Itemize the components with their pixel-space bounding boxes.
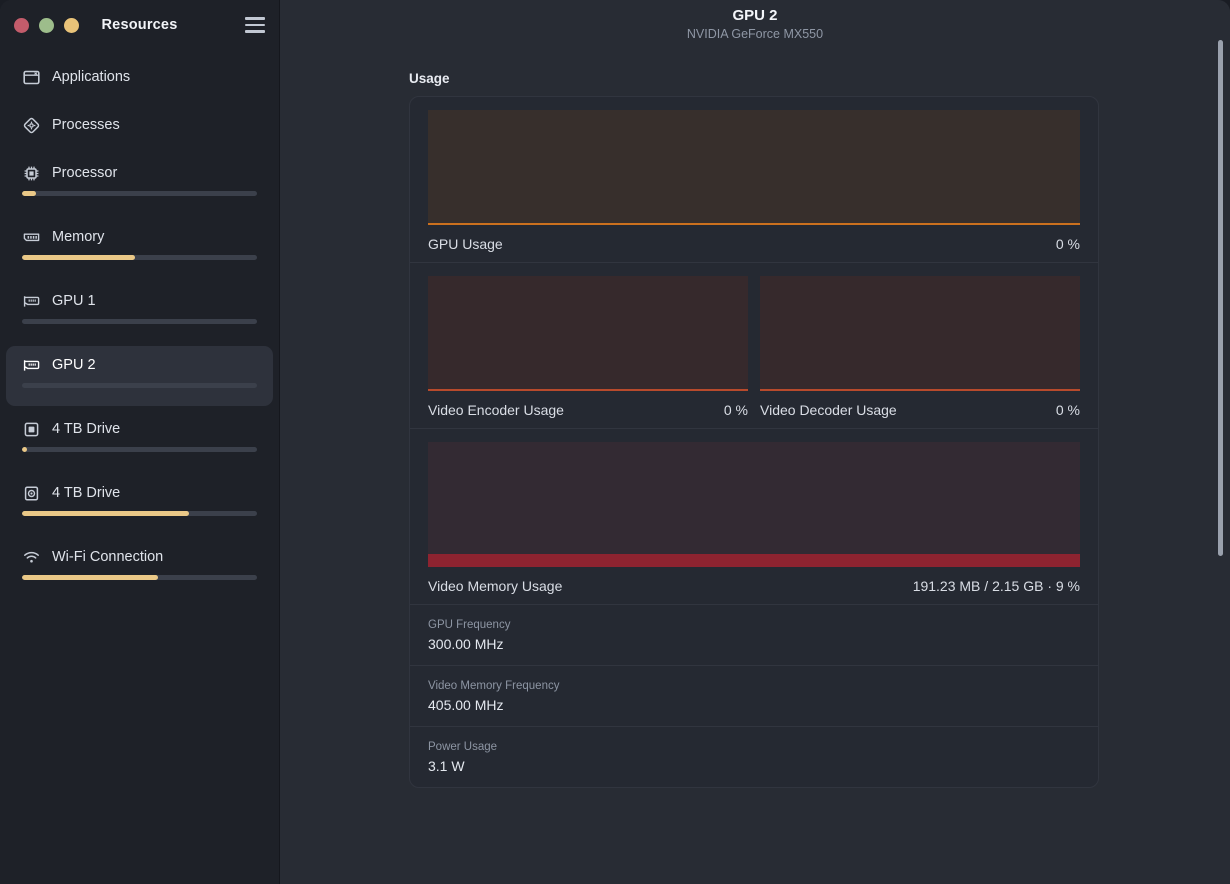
- video-memory-label: Video Memory Usage: [428, 578, 563, 594]
- sidebar-item-drive-hdd[interactable]: 4 TB Drive: [6, 474, 273, 534]
- sidebar-item-label: Processor: [52, 165, 118, 181]
- page-title: GPU 2: [732, 7, 778, 24]
- usage-bar: [22, 255, 257, 260]
- video-decoder-value: 0 %: [1055, 402, 1080, 418]
- sidebar-header: Resources: [0, 0, 279, 50]
- hamburger-menu-icon[interactable]: [245, 17, 265, 33]
- sidebar-item-gpu-2[interactable]: GPU 2: [6, 346, 273, 406]
- page-subtitle: NVIDIA GeForce MX550: [686, 27, 824, 41]
- sidebar: Resources Applications Processes Process…: [0, 0, 280, 884]
- application-window-icon: [22, 68, 40, 86]
- sidebar-item-drive-ssd[interactable]: 4 TB Drive: [6, 410, 273, 470]
- video-decoder-column: Video Decoder Usage 0 %: [760, 276, 1080, 418]
- close-window-button[interactable]: [14, 17, 29, 33]
- usage-bar: [22, 191, 257, 196]
- main-content: GPU 2 NVIDIA GeForce MX550 Usage GPU Usa…: [280, 0, 1230, 884]
- resources-app-window: Resources Applications Processes Process…: [0, 0, 1230, 884]
- usage-bar: [22, 447, 257, 452]
- cpu-chip-icon: [22, 164, 40, 182]
- video-encoder-value: 0 %: [723, 402, 748, 418]
- video-decoder-label: Video Decoder Usage: [760, 402, 897, 418]
- window-controls: [14, 17, 79, 33]
- sidebar-item-wifi[interactable]: Wi-Fi Connection: [6, 538, 273, 598]
- ssd-drive-icon: [22, 420, 40, 438]
- info-row: Power Usage 3.1 W: [410, 726, 1098, 787]
- sidebar-item-label: 4 TB Drive: [52, 485, 121, 501]
- sidebar-item-gpu-1[interactable]: GPU 1: [6, 282, 273, 342]
- gpu-usage-block: GPU Usage 0 %: [410, 97, 1098, 263]
- sidebar-item-label: Processes: [52, 117, 120, 133]
- video-encoder-label: Video Encoder Usage: [428, 402, 564, 418]
- sidebar-item-label: GPU 1: [52, 293, 96, 309]
- usage-card: GPU Usage 0 % Video Encoder Usage 0 % Vi…: [409, 96, 1099, 788]
- video-encoder-graph: [428, 276, 748, 391]
- info-row: Video Memory Frequency 405.00 MHz: [410, 665, 1098, 726]
- graphics-card-icon: [22, 292, 40, 310]
- info-row-key: Power Usage: [428, 741, 498, 753]
- info-row-key: GPU Frequency: [428, 619, 511, 631]
- sidebar-item-label: GPU 2: [52, 357, 96, 373]
- maximize-window-button[interactable]: [64, 17, 79, 33]
- usage-bar: [22, 511, 257, 516]
- video-codec-block: Video Encoder Usage 0 % Video Decoder Us…: [410, 263, 1098, 429]
- info-row-value: 3.1 W: [428, 758, 465, 774]
- sidebar-item-processes[interactable]: Processes: [6, 106, 273, 150]
- sidebar-item-label: Wi-Fi Connection: [52, 549, 164, 565]
- sidebar-item-processor[interactable]: Processor: [6, 154, 273, 214]
- wifi-icon: [22, 548, 40, 566]
- processes-icon: [22, 116, 40, 134]
- memory-stick-icon: [22, 228, 40, 246]
- hard-drive-icon: [22, 484, 40, 502]
- main-header: GPU 2 NVIDIA GeForce MX550: [280, 0, 1230, 41]
- video-memory-graph: [428, 442, 1080, 567]
- sidebar-item-label: Memory: [52, 229, 105, 245]
- info-row-key: Video Memory Frequency: [428, 680, 560, 692]
- minimize-window-button[interactable]: [39, 17, 54, 33]
- sidebar-item-memory[interactable]: Memory: [6, 218, 273, 278]
- info-row: GPU Frequency 300.00 MHz: [410, 605, 1098, 665]
- sidebar-nav: Applications Processes Processor Memory …: [0, 50, 279, 602]
- video-encoder-column: Video Encoder Usage 0 %: [428, 276, 748, 418]
- sidebar-item-label: Applications: [52, 69, 131, 85]
- usage-bar: [22, 575, 257, 580]
- sidebar-item-applications[interactable]: Applications: [6, 58, 273, 102]
- gpu-usage-graph: [428, 110, 1080, 225]
- gpu-usage-label: GPU Usage: [428, 236, 503, 252]
- info-row-value: 300.00 MHz: [428, 636, 504, 652]
- info-row-value: 405.00 MHz: [428, 697, 504, 713]
- gpu-usage-value: 0 %: [1055, 236, 1080, 252]
- vertical-scrollbar[interactable]: [1218, 40, 1223, 556]
- video-memory-value: 191.23 MB / 2.15 GB · 9 %: [912, 578, 1080, 594]
- sidebar-item-label: 4 TB Drive: [52, 421, 121, 437]
- usage-bar: [22, 383, 257, 388]
- video-decoder-graph: [760, 276, 1080, 391]
- usage-bar: [22, 319, 257, 324]
- graphics-card-icon: [22, 356, 40, 374]
- usage-section-label: Usage: [409, 71, 450, 86]
- video-memory-block: Video Memory Usage 191.23 MB / 2.15 GB ·…: [410, 429, 1098, 605]
